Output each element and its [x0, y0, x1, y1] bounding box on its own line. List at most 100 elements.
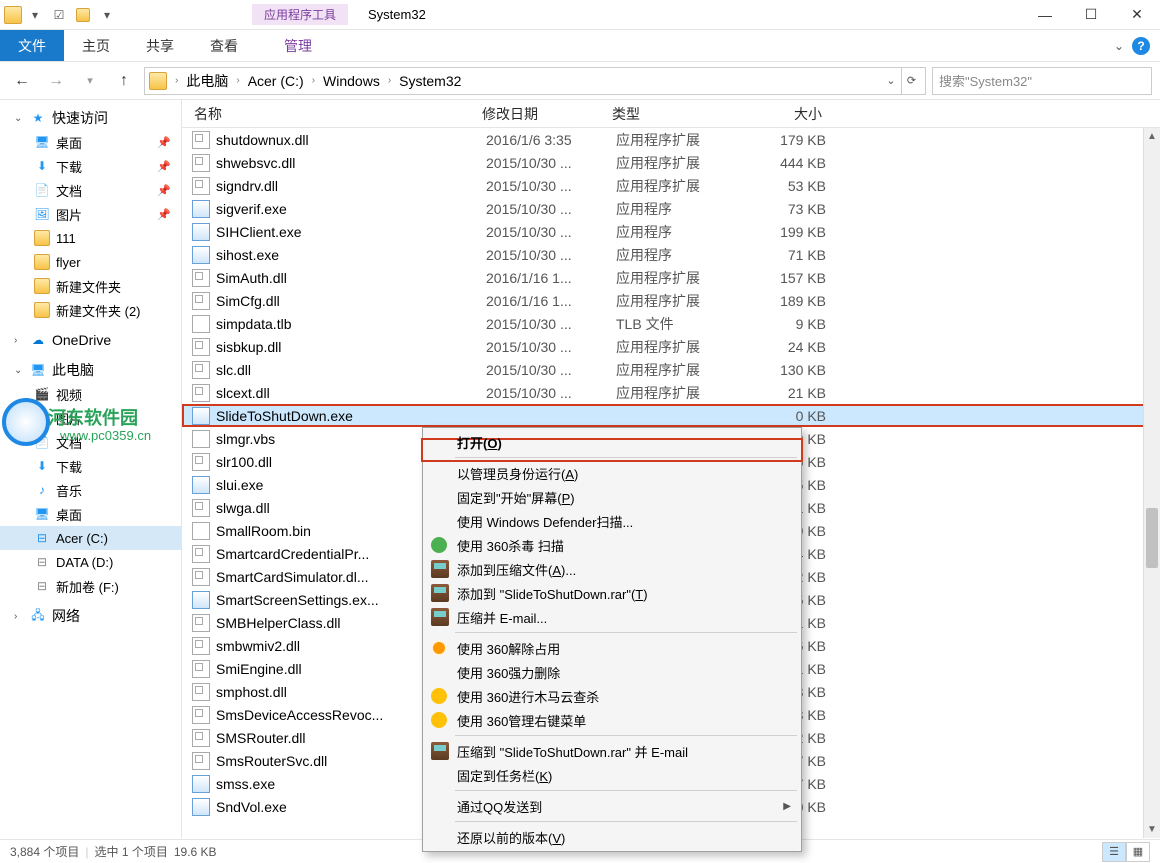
column-type[interactable]: 类型 — [612, 104, 752, 124]
qat-dropdown[interactable]: ▾ — [24, 4, 46, 26]
dll-icon — [192, 131, 210, 149]
tab-share[interactable]: 共享 — [128, 30, 192, 61]
breadcrumb-dropdown[interactable]: ⌄ — [881, 68, 901, 94]
history-dropdown[interactable]: ▾ — [76, 67, 104, 95]
sidebar-item-pc-8[interactable]: ⊟新加卷 (F:) — [0, 574, 181, 598]
sidebar-onedrive[interactable]: › ☁ OneDrive — [0, 328, 181, 352]
file-row[interactable]: SlideToShutDown.exe0 KB — [182, 404, 1160, 427]
menu-item-6[interactable]: 添加到压缩文件(A)... — [425, 557, 799, 581]
help-icon[interactable]: ? — [1132, 37, 1150, 55]
back-button[interactable]: ← — [8, 67, 36, 95]
search-input[interactable]: 搜索"System32" — [932, 67, 1152, 95]
breadcrumb[interactable]: › 此电脑 › Acer (C:) › Windows › System32 ⌄… — [144, 67, 926, 95]
chevron-down-icon[interactable]: ⌄ — [14, 365, 24, 376]
menu-item-16[interactable]: 固定到任务栏(K) — [425, 763, 799, 787]
window-title: System32 — [368, 7, 426, 22]
sidebar-item-qa-2[interactable]: 📄文档📌 — [0, 178, 181, 202]
breadcrumb-root-arrow[interactable]: › — [173, 75, 180, 86]
column-name[interactable]: 名称 — [182, 104, 482, 124]
maximize-button[interactable]: ☐ — [1068, 0, 1114, 30]
menu-item-3[interactable]: 固定到"开始"屏幕(P) — [425, 485, 799, 509]
dll-icon — [192, 706, 210, 724]
sidebar-item-qa-0[interactable]: 🖥桌面📌 — [0, 130, 181, 154]
scroll-up-icon[interactable]: ▲ — [1144, 128, 1160, 145]
sidebar-item-pc-5[interactable]: 🖥桌面 — [0, 502, 181, 526]
column-size[interactable]: 大小 — [752, 104, 842, 124]
sidebar-item-pc-4[interactable]: ♪音乐 — [0, 478, 181, 502]
icons-view-button[interactable]: ▦ — [1126, 842, 1150, 862]
tab-manage[interactable]: 管理 — [266, 30, 330, 61]
exe-icon — [192, 775, 210, 793]
menu-item-5[interactable]: 使用 360杀毒 扫描 — [425, 533, 799, 557]
sidebar-item-qa-7[interactable]: 新建文件夹 (2) — [0, 298, 181, 322]
menu-item-label: 打开(O) — [457, 433, 502, 452]
breadcrumb-seg-2[interactable]: Windows — [317, 73, 386, 89]
chevron-right-icon[interactable]: › — [14, 611, 24, 622]
sidebar-item-pc-0[interactable]: 🎬视频 — [0, 382, 181, 406]
sidebar-item-pc-2[interactable]: 📄文档 — [0, 430, 181, 454]
folder-icon — [34, 278, 50, 294]
menu-item-0[interactable]: 打开(O) — [425, 430, 799, 454]
file-row[interactable]: slcext.dll2015/10/30 ...应用程序扩展21 KB — [182, 381, 1160, 404]
menu-item-12[interactable]: 使用 360进行木马云查杀 — [425, 684, 799, 708]
chevron-down-icon[interactable]: ⌄ — [14, 113, 24, 124]
menu-item-10[interactable]: 使用 360解除占用 — [425, 636, 799, 660]
file-row[interactable]: sihost.exe2015/10/30 ...应用程序71 KB — [182, 243, 1160, 266]
minimize-button[interactable]: — — [1022, 0, 1068, 30]
file-name: shutdownux.dll — [216, 132, 486, 148]
sidebar-item-qa-1[interactable]: ⬇下载📌 — [0, 154, 181, 178]
file-row[interactable]: SIHClient.exe2015/10/30 ...应用程序199 KB — [182, 220, 1160, 243]
qat-customize[interactable]: ▾ — [96, 4, 118, 26]
breadcrumb-seg-3[interactable]: System32 — [393, 73, 467, 89]
file-row[interactable]: simpdata.tlb2015/10/30 ...TLB 文件9 KB — [182, 312, 1160, 335]
menu-item-18[interactable]: 通过QQ发送到▶ — [425, 794, 799, 818]
file-row[interactable]: signdrv.dll2015/10/30 ...应用程序扩展53 KB — [182, 174, 1160, 197]
qat-properties[interactable]: ☑ — [48, 4, 70, 26]
menu-item-20[interactable]: 还原以前的版本(V) — [425, 825, 799, 849]
file-row[interactable]: SimCfg.dll2016/1/16 1...应用程序扩展189 KB — [182, 289, 1160, 312]
sidebar-item-qa-4[interactable]: 111 — [0, 226, 181, 250]
sidebar-quick-access[interactable]: ⌄ ★ 快速访问 — [0, 106, 181, 130]
sidebar-item-qa-3[interactable]: 🖼图片📌 — [0, 202, 181, 226]
scrollbar-thumb[interactable] — [1146, 508, 1158, 568]
menu-item-8[interactable]: 压缩并 E-mail... — [425, 605, 799, 629]
g360-orange-icon — [431, 640, 447, 656]
sidebar-item-pc-6[interactable]: ⊟Acer (C:) — [0, 526, 181, 550]
details-view-button[interactable]: ☰ — [1102, 842, 1126, 862]
file-tab[interactable]: 文件 — [0, 30, 64, 61]
file-row[interactable]: slc.dll2015/10/30 ...应用程序扩展130 KB — [182, 358, 1160, 381]
file-row[interactable]: sisbkup.dll2015/10/30 ...应用程序扩展24 KB — [182, 335, 1160, 358]
menu-item-2[interactable]: 以管理员身份运行(A) — [425, 461, 799, 485]
menu-item-7[interactable]: 添加到 "SlideToShutDown.rar"(T) — [425, 581, 799, 605]
sidebar-item-pc-1[interactable]: 🖼图片 — [0, 406, 181, 430]
sidebar-this-pc[interactable]: ⌄ 🖥 此电脑 — [0, 358, 181, 382]
menu-item-11[interactable]: 使用 360强力删除 — [425, 660, 799, 684]
scroll-down-icon[interactable]: ▼ — [1144, 821, 1160, 838]
up-button[interactable]: ↑ — [110, 67, 138, 95]
scrollbar[interactable]: ▲ ▼ — [1143, 128, 1160, 838]
menu-item-15[interactable]: 压缩到 "SlideToShutDown.rar" 并 E-mail — [425, 739, 799, 763]
close-button[interactable]: ✕ — [1114, 0, 1160, 30]
breadcrumb-seg-0[interactable]: 此电脑 — [180, 71, 234, 91]
column-date[interactable]: 修改日期 — [482, 104, 612, 124]
file-row[interactable]: shutdownux.dll2016/1/6 3:35应用程序扩展179 KB — [182, 128, 1160, 151]
sidebar-item-pc-7[interactable]: ⊟DATA (D:) — [0, 550, 181, 574]
file-row[interactable]: shwebsvc.dll2015/10/30 ...应用程序扩展444 KB — [182, 151, 1160, 174]
refresh-button[interactable]: ⟳ — [901, 68, 921, 94]
chevron-right-icon[interactable]: › — [14, 335, 24, 346]
sidebar-item-pc-3[interactable]: ⬇下载 — [0, 454, 181, 478]
forward-button[interactable]: → — [42, 67, 70, 95]
collapse-ribbon-icon[interactable]: ⌄ — [1114, 39, 1124, 53]
file-row[interactable]: sigverif.exe2015/10/30 ...应用程序73 KB — [182, 197, 1160, 220]
menu-item-13[interactable]: 使用 360管理右键菜单 — [425, 708, 799, 732]
sidebar-item-qa-5[interactable]: flyer — [0, 250, 181, 274]
tab-home[interactable]: 主页 — [64, 30, 128, 61]
tab-view[interactable]: 查看 — [192, 30, 256, 61]
qat-new-folder[interactable] — [72, 4, 94, 26]
dll-icon — [192, 568, 210, 586]
breadcrumb-seg-1[interactable]: Acer (C:) — [242, 73, 310, 89]
sidebar-item-qa-6[interactable]: 新建文件夹 — [0, 274, 181, 298]
file-row[interactable]: SimAuth.dll2016/1/16 1...应用程序扩展157 KB — [182, 266, 1160, 289]
menu-item-4[interactable]: 使用 Windows Defender扫描... — [425, 509, 799, 533]
sidebar-network[interactable]: › 🖧 网络 — [0, 604, 181, 628]
